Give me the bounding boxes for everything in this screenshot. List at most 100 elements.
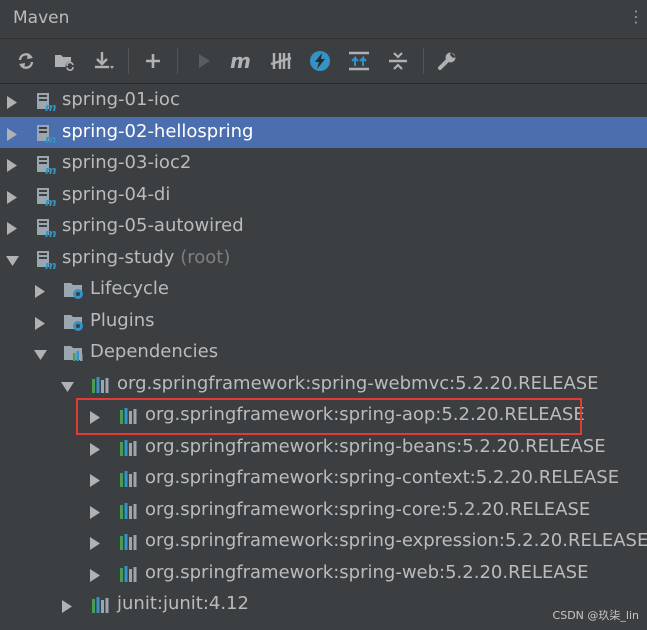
tree-item-spring-03-ioc2[interactable]: m spring-03-ioc2 bbox=[0, 148, 647, 179]
tree-item-text: org.springframework:spring-webmvc:5.2.20… bbox=[117, 373, 599, 394]
tree-item-spring-02-hellospring[interactable]: m spring-02-hellospring bbox=[0, 117, 647, 148]
tree-item-label: spring-01-ioc bbox=[62, 89, 180, 111]
tree-item-text: org.springframework:spring-beans:5.2.20.… bbox=[145, 436, 606, 457]
maven-projects-tree: m spring-01-ioc m spring-02-hellospring m spr… bbox=[0, 84, 647, 630]
chevron-right-icon[interactable] bbox=[6, 220, 18, 235]
maven-tool-window: Maven ⋮ m m spring-01-ioc m spring-02-he… bbox=[0, 0, 647, 630]
library-icon bbox=[118, 563, 140, 585]
show-dependencies-icon[interactable] bbox=[345, 48, 373, 74]
tree-item-dependency[interactable]: org.springframework:spring-beans:5.2.20.… bbox=[0, 432, 647, 463]
chevron-right-icon[interactable] bbox=[89, 535, 101, 550]
tree-item-label: Lifecycle bbox=[90, 278, 169, 300]
tree-item-label: spring-03-ioc2 bbox=[62, 152, 191, 174]
chevron-right-icon[interactable] bbox=[34, 283, 46, 298]
chevron-right-icon[interactable] bbox=[61, 598, 73, 613]
chevron-right-icon[interactable] bbox=[6, 189, 18, 204]
toolbar-separator bbox=[128, 48, 129, 74]
tree-item-dependency[interactable]: org.springframework:spring-core:5.2.20.R… bbox=[0, 495, 647, 526]
tree-item-text: org.springframework:spring-web:5.2.20.RE… bbox=[145, 562, 589, 583]
plus-icon[interactable] bbox=[139, 48, 167, 74]
chevron-right-icon[interactable] bbox=[89, 441, 101, 456]
maven-module-icon: m bbox=[35, 216, 57, 240]
svg-text:m: m bbox=[45, 227, 56, 238]
maven-module-icon: m bbox=[35, 185, 57, 209]
tree-item-dependency[interactable]: org.springframework:spring-expression:5.… bbox=[0, 526, 647, 557]
lifecycle-folder-icon bbox=[63, 279, 85, 301]
tree-item-label: spring-study (root) bbox=[62, 247, 230, 269]
refresh-icon[interactable] bbox=[12, 48, 40, 74]
maven-module-icon: m bbox=[35, 90, 57, 114]
tree-item-text: spring-02-hellospring bbox=[62, 121, 254, 142]
tree-item-plugins[interactable]: Plugins bbox=[0, 306, 647, 337]
plugins-folder-icon bbox=[63, 311, 85, 333]
chevron-down-icon[interactable] bbox=[61, 378, 74, 392]
tree-item-spring-04-di[interactable]: m spring-04-di bbox=[0, 180, 647, 211]
tree-item-lifecycle[interactable]: Lifecycle bbox=[0, 274, 647, 305]
tree-item-text: Lifecycle bbox=[90, 278, 169, 299]
run-icon[interactable] bbox=[190, 48, 218, 74]
tree-item-text: spring-03-ioc2 bbox=[62, 152, 192, 173]
maven-goal-icon[interactable]: m bbox=[228, 48, 256, 74]
library-icon bbox=[90, 374, 112, 396]
maven-toolbar: m bbox=[0, 39, 647, 84]
chevron-right-icon[interactable] bbox=[6, 126, 18, 141]
toolbar-separator bbox=[423, 48, 424, 74]
tree-item-label: spring-05-autowired bbox=[62, 215, 244, 237]
chevron-right-icon[interactable] bbox=[6, 94, 18, 109]
tree-item-spring-study[interactable]: m spring-study (root) bbox=[0, 243, 647, 274]
highlight-annotation-box bbox=[76, 398, 582, 435]
tool-window-header: Maven ⋮ bbox=[0, 0, 647, 39]
root-suffix: (root) bbox=[180, 247, 231, 268]
svg-text:m: m bbox=[45, 259, 56, 270]
tree-item-spring-01-ioc[interactable]: m spring-01-ioc bbox=[0, 85, 647, 116]
library-icon bbox=[118, 531, 140, 553]
tree-item-text: spring-study bbox=[62, 247, 175, 268]
tree-item-label: Dependencies bbox=[90, 341, 218, 363]
chevron-right-icon[interactable] bbox=[89, 567, 101, 582]
svg-text:m: m bbox=[45, 133, 56, 144]
maven-module-icon: m bbox=[35, 122, 57, 146]
tree-item-label: org.springframework:spring-web:5.2.20.RE… bbox=[145, 562, 588, 584]
tree-item-dependencies[interactable]: Dependencies bbox=[0, 337, 647, 368]
chevron-right-icon[interactable] bbox=[6, 157, 18, 172]
tree-item-label: org.springframework:spring-core:5.2.20.R… bbox=[145, 499, 590, 521]
maven-module-icon: m bbox=[35, 153, 57, 177]
library-icon bbox=[118, 468, 140, 490]
tree-item-text: org.springframework:spring-core:5.2.20.R… bbox=[145, 499, 591, 520]
toggle-offline-icon[interactable] bbox=[267, 48, 295, 74]
svg-text:m: m bbox=[45, 164, 56, 175]
dependencies-folder-icon bbox=[63, 342, 85, 364]
tree-item-spring-05-autowired[interactable]: m spring-05-autowired bbox=[0, 211, 647, 242]
tree-item-dependency[interactable]: org.springframework:spring-context:5.2.2… bbox=[0, 463, 647, 494]
tree-item-text: spring-05-autowired bbox=[62, 215, 244, 236]
library-icon bbox=[118, 500, 140, 522]
collapse-all-icon[interactable] bbox=[384, 48, 412, 74]
tree-item-text: org.springframework:spring-expression:5.… bbox=[145, 530, 647, 551]
folder-refresh-icon[interactable] bbox=[51, 48, 79, 74]
chevron-down-icon[interactable] bbox=[6, 252, 19, 266]
download-icon[interactable] bbox=[90, 48, 118, 74]
settings-wrench-icon[interactable] bbox=[433, 48, 461, 74]
chevron-down-icon[interactable] bbox=[34, 346, 47, 360]
watermark: CSDN @玖柒_lin bbox=[552, 609, 639, 622]
chevron-right-icon[interactable] bbox=[89, 472, 101, 487]
tree-item-label: org.springframework:spring-webmvc:5.2.20… bbox=[117, 373, 599, 395]
tree-item-label: org.springframework:spring-expression:5.… bbox=[145, 530, 647, 552]
tree-item-spring-webmvc[interactable]: org.springframework:spring-webmvc:5.2.20… bbox=[0, 369, 647, 400]
chevron-right-icon[interactable] bbox=[34, 315, 46, 330]
tree-item-label: org.springframework:spring-context:5.2.2… bbox=[145, 467, 619, 489]
svg-text:m: m bbox=[45, 101, 56, 112]
tree-item-dependency[interactable]: org.springframework:spring-web:5.2.20.RE… bbox=[0, 558, 647, 589]
svg-text:m: m bbox=[230, 51, 251, 71]
skip-tests-icon[interactable] bbox=[306, 48, 334, 74]
tree-item-label: junit:junit:4.12 bbox=[117, 593, 249, 615]
chevron-right-icon[interactable] bbox=[89, 504, 101, 519]
tree-item-text: junit:junit:4.12 bbox=[117, 593, 249, 614]
tree-item-text: spring-04-di bbox=[62, 184, 171, 205]
tree-item-label: spring-02-hellospring bbox=[62, 121, 253, 143]
options-menu-icon[interactable]: ⋮ bbox=[628, 9, 644, 25]
tree-item-junit[interactable]: junit:junit:4.12 bbox=[0, 589, 647, 620]
library-icon bbox=[90, 594, 112, 616]
tree-item-text: org.springframework:spring-context:5.2.2… bbox=[145, 467, 620, 488]
tree-item-text: spring-01-ioc bbox=[62, 89, 180, 110]
